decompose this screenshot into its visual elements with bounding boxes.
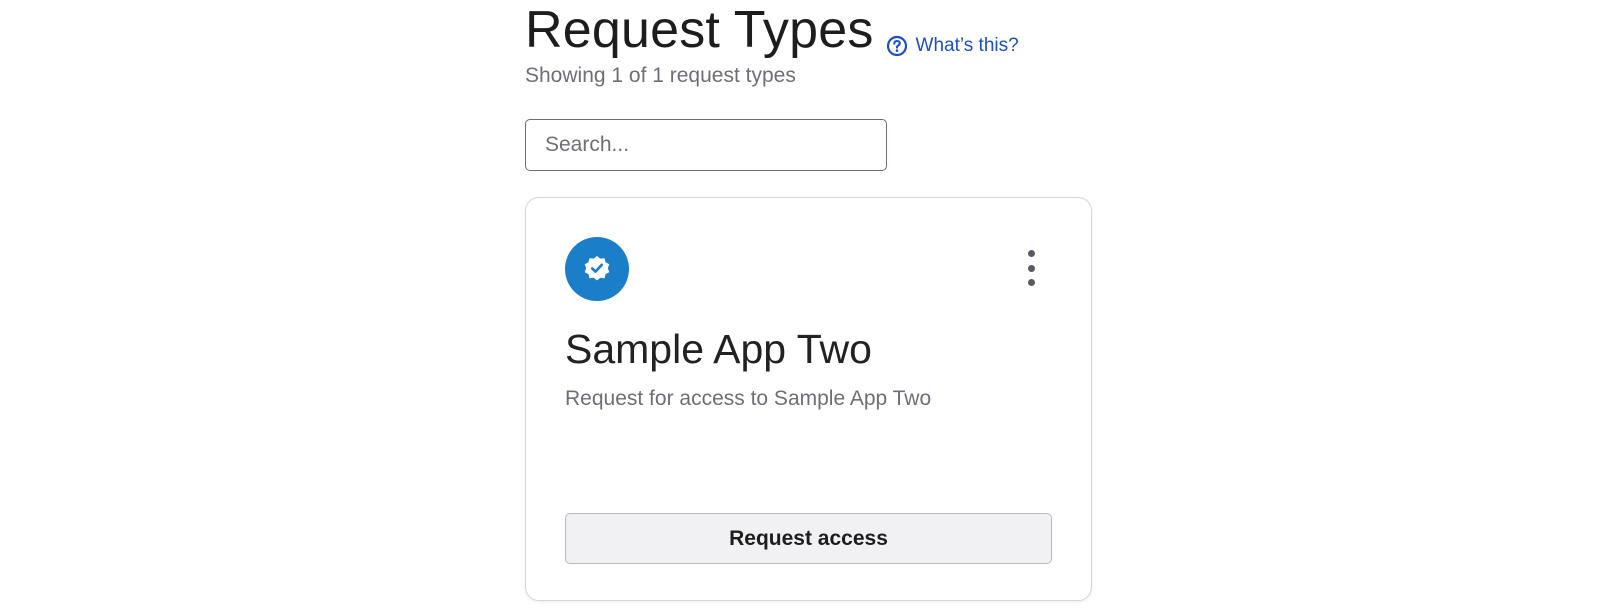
- card-title: Sample App Two: [565, 326, 872, 372]
- help-circle-icon: [886, 35, 908, 57]
- request-type-card: Sample App Two Request for access to Sam…: [525, 197, 1092, 601]
- request-access-button[interactable]: Request access: [565, 513, 1052, 564]
- page-header: Request Types What’s this?: [525, 0, 1019, 60]
- more-options-icon[interactable]: [1021, 250, 1041, 286]
- card-description: Request for access to Sample App Two: [565, 387, 932, 410]
- verified-badge-icon: [565, 237, 629, 301]
- page-title: Request Types: [525, 1, 874, 59]
- request-types-page: Request Types What’s this? Showing 1 of …: [0, 0, 1604, 614]
- results-count: Showing 1 of 1 request types: [525, 64, 796, 87]
- search-input[interactable]: [525, 119, 887, 171]
- whats-this-label: What’s this?: [915, 35, 1019, 56]
- whats-this-link[interactable]: What’s this?: [886, 35, 1019, 57]
